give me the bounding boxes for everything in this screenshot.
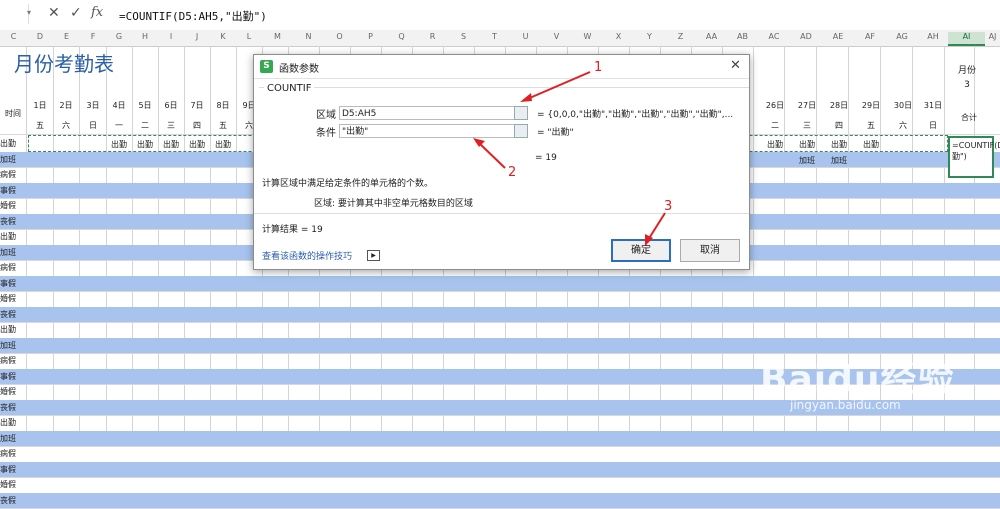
watermark: Baidu经验 <box>760 350 954 402</box>
arrow-2 <box>478 142 505 168</box>
table-row: 病假 <box>0 446 1000 463</box>
table-row: 事假 <box>0 462 1000 479</box>
row-label: 婚假 <box>0 479 16 490</box>
annotation-1: 1 <box>594 60 602 75</box>
row-label: 病假 <box>0 448 16 459</box>
annotation-2: 2 <box>508 165 516 180</box>
table-row: 婚假 <box>0 477 1000 494</box>
arrow-1 <box>525 72 590 100</box>
arrow-3 <box>648 213 665 240</box>
table-row: 丧假 <box>0 493 1000 509</box>
row-label: 丧假 <box>0 495 16 506</box>
annotation-3: 3 <box>664 199 672 214</box>
watermark-url: jingyan.baidu.com <box>790 398 901 412</box>
row-label: 事假 <box>0 464 16 475</box>
arrow-1-head <box>520 93 532 102</box>
